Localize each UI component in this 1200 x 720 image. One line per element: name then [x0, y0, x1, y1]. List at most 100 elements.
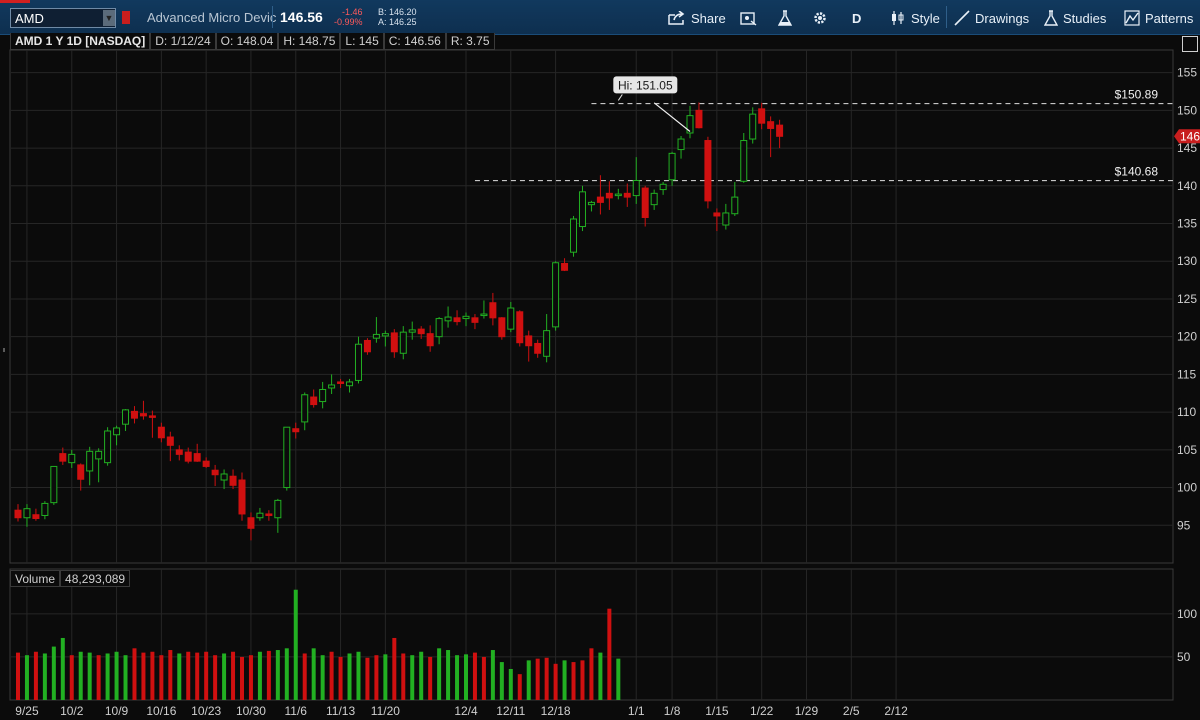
volume-bar: [302, 653, 307, 700]
patterns-button[interactable]: Patterns: [1124, 8, 1193, 28]
volume-bar: [24, 655, 29, 700]
grid-lines: [11, 50, 1173, 700]
style-button[interactable]: Style: [890, 8, 940, 28]
price-tick-label: 130: [1177, 254, 1197, 268]
volume-bar: [562, 660, 567, 700]
date-tick-label: 1/1: [628, 704, 645, 718]
candle-down: [596, 196, 604, 203]
candle-down: [534, 342, 542, 354]
candle-up: [543, 330, 551, 357]
patterns-icon: [1124, 10, 1140, 26]
candle-down: [471, 317, 479, 323]
date-tick-label: 1/29: [795, 704, 819, 718]
candle-up: [372, 333, 380, 339]
price-chart[interactable]: 9510010511011512012513013514014515015550…: [0, 0, 1200, 720]
drawings-label: Drawings: [975, 10, 1030, 26]
candle-down: [390, 332, 398, 353]
candle-up: [220, 473, 228, 481]
volume-bar: [168, 650, 173, 700]
date-tick-label: 10/23: [191, 704, 221, 718]
candle-up: [578, 191, 586, 228]
candle-up: [86, 450, 94, 472]
volume-bar: [114, 651, 119, 700]
candle-up: [480, 313, 488, 317]
candle-down: [525, 335, 533, 347]
settings-button[interactable]: [812, 8, 828, 28]
share-button[interactable]: Share: [668, 8, 726, 28]
studies-button[interactable]: Studies: [1044, 8, 1106, 28]
date-tick-label: 10/2: [60, 704, 84, 718]
info-range: R: 3.75: [445, 33, 495, 50]
toolbar: ▼ Advanced Micro Devic 146.56 -1.46 -0.9…: [0, 0, 1200, 35]
candle-down: [292, 428, 300, 433]
candle-down: [363, 339, 371, 353]
volume-bar: [159, 655, 164, 700]
candle-up: [95, 450, 103, 460]
volume-bar: [347, 653, 352, 700]
candle-up: [68, 453, 76, 464]
candle-up: [113, 427, 121, 436]
date-tick-label: 11/6: [285, 704, 308, 718]
pencil-line-icon: [954, 10, 970, 26]
symbol-selector[interactable]: ▼: [10, 8, 116, 28]
volume-bar: [455, 655, 460, 700]
flask-button[interactable]: [778, 8, 792, 28]
volume-bar: [446, 650, 451, 700]
volume-bar: [257, 651, 262, 700]
candle-up: [408, 329, 416, 333]
volume-bar: [293, 589, 298, 700]
candle-down: [310, 396, 318, 406]
candle-down: [498, 317, 506, 338]
candle-down: [184, 451, 192, 462]
studies-label: Studies: [1063, 10, 1107, 26]
snapshot-button[interactable]: [740, 8, 758, 28]
candle-up: [346, 381, 354, 387]
aggregation-button[interactable]: D: [852, 8, 861, 28]
volume-bar: [338, 656, 343, 700]
info-date: D: 1/12/24: [150, 33, 216, 50]
volume-bar: [311, 648, 316, 700]
date-tick-label: 12/18: [541, 704, 571, 718]
date-tick-label: 12/11: [496, 704, 525, 718]
volume-bar: [598, 652, 603, 700]
date-tick-label: 12/4: [454, 704, 478, 718]
price-tick-label: 135: [1177, 217, 1197, 231]
last-price: 146.56: [280, 9, 323, 25]
drawings-button[interactable]: Drawings: [954, 8, 1029, 28]
volume-bar: [580, 660, 585, 700]
volume-bar: [16, 652, 20, 700]
candle-up: [328, 384, 336, 389]
date-tick-label: 10/16: [146, 704, 176, 718]
candle-up: [462, 315, 470, 320]
volume-bar: [499, 662, 504, 700]
flask-icon: [778, 10, 792, 26]
candle-down: [32, 514, 40, 519]
maximize-icon[interactable]: [1182, 36, 1198, 52]
price-level-label: $140.68: [1115, 165, 1159, 179]
candle-down: [238, 479, 246, 515]
chevron-down-icon[interactable]: ▼: [103, 10, 115, 26]
price-pane: [9, 49, 1174, 564]
link-color-swatch[interactable]: [122, 11, 130, 24]
candle-up: [722, 212, 730, 226]
red-tab-strip: [0, 0, 30, 3]
volume-bar: [365, 657, 370, 700]
volume-bar: [213, 655, 218, 700]
candle-up: [677, 138, 685, 151]
candle-down: [561, 262, 569, 271]
flask-icon: [1044, 10, 1058, 26]
price-tick-label: 105: [1177, 443, 1197, 457]
volume-bar: [87, 652, 92, 700]
patterns-label: Patterns: [1145, 10, 1194, 26]
volume-bar: [123, 655, 128, 700]
symbol-input[interactable]: [11, 10, 103, 26]
candle-up: [41, 502, 49, 516]
date-tick-label: 1/22: [750, 704, 774, 718]
volume-bar: [141, 652, 146, 700]
candle-down: [641, 187, 649, 218]
candle-up: [570, 218, 578, 253]
share-icon: [668, 11, 685, 25]
candle-up: [354, 343, 362, 381]
volume-bar: [51, 646, 56, 700]
volume-bar: [96, 655, 101, 700]
